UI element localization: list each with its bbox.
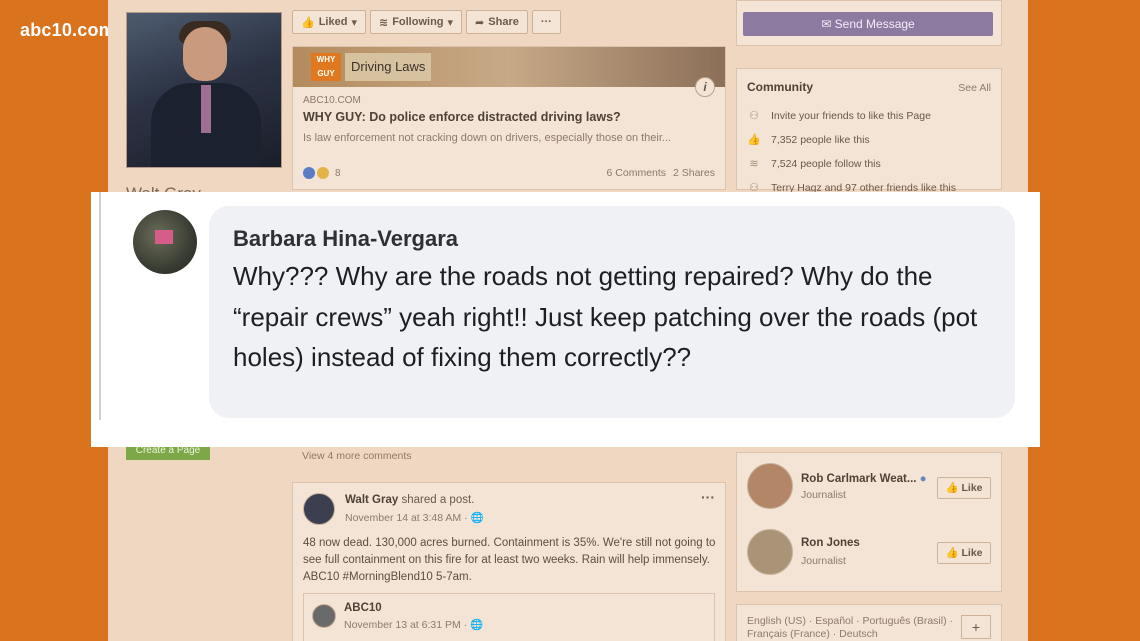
add-language-button[interactable]: + bbox=[961, 615, 991, 639]
link-image-title: Driving Laws bbox=[345, 53, 432, 81]
language-panel: English (US) · Español · Português (Bras… bbox=[736, 604, 1002, 641]
share-label: Share bbox=[488, 16, 519, 28]
comment-text: Why??? Why are the roads not getting rep… bbox=[233, 261, 978, 372]
thumbs-up-icon: 👍 bbox=[301, 16, 315, 29]
commenter-avatar[interactable] bbox=[133, 210, 197, 274]
post-time-text: November 14 at 3:48 AM · bbox=[345, 512, 471, 524]
community-row[interactable]: ⚇ Invite your friends to like this Page bbox=[747, 109, 931, 123]
community-title: Community bbox=[747, 80, 813, 94]
profile-tie-shape bbox=[201, 85, 211, 133]
like-page-button[interactable]: 👍 Like bbox=[937, 542, 991, 564]
following-button[interactable]: ≋ Following ▾ bbox=[369, 10, 463, 34]
send-message-button[interactable]: ✉ Send Message bbox=[743, 12, 993, 36]
community-row-text: 7,352 people like this bbox=[771, 133, 870, 146]
like-label: Like bbox=[961, 482, 983, 494]
post-options-button[interactable]: ··· bbox=[701, 489, 715, 505]
language-links[interactable]: English (US) · Español · Português (Bras… bbox=[747, 615, 957, 641]
caret-down-icon: ▾ bbox=[351, 16, 357, 29]
messenger-icon: ✉ bbox=[821, 17, 832, 31]
invite-icon: ⚇ bbox=[749, 110, 759, 122]
community-row[interactable]: 👍 7,352 people like this bbox=[747, 133, 870, 147]
profile-photo[interactable] bbox=[126, 12, 282, 168]
thumbs-up-icon: 👍 bbox=[945, 547, 959, 559]
verified-badge-icon: ● bbox=[919, 473, 927, 485]
like-page-button[interactable]: 👍 Like bbox=[937, 477, 991, 499]
share-arrow-icon: ➦ bbox=[475, 16, 485, 29]
person-role: Journalist bbox=[801, 489, 846, 501]
comment-count[interactable]: 6 Comments bbox=[607, 167, 667, 179]
community-row[interactable]: ≋ 7,524 people follow this bbox=[747, 157, 881, 171]
reaction-summary[interactable]: 8 bbox=[303, 167, 341, 179]
abc10-logo-avatar[interactable] bbox=[312, 604, 336, 628]
more-options-button[interactable]: ··· bbox=[531, 10, 561, 34]
post-body-text: 48 now dead. 130,000 acres burned. Conta… bbox=[303, 537, 716, 583]
comment-callout-overlay: Barbara Hina-Vergara Why??? Why are the … bbox=[91, 192, 1040, 447]
like-reaction-icon bbox=[303, 167, 315, 179]
avatar-sign-shape bbox=[155, 230, 173, 244]
thumbs-up-icon: 👍 bbox=[945, 482, 959, 494]
shared-post-author[interactable]: ABC10 bbox=[344, 602, 382, 614]
following-label: Following bbox=[392, 16, 444, 28]
commenter-name[interactable]: Barbara Hina-Vergara bbox=[233, 226, 458, 252]
reaction-count: 8 bbox=[335, 167, 341, 179]
person-name[interactable]: Ron Jones bbox=[801, 537, 860, 549]
share-button[interactable]: ➦ Share bbox=[466, 10, 528, 34]
caret-down-icon: ▾ bbox=[447, 16, 454, 29]
link-description: Is law enforcement not cracking down on … bbox=[303, 132, 672, 144]
view-more-comments-link[interactable]: View 4 more comments bbox=[302, 450, 412, 462]
liked-label: Liked bbox=[318, 16, 348, 28]
post-author-line: Walt Gray shared a post. bbox=[345, 494, 474, 506]
community-row-text: Invite your friends to like this Page bbox=[771, 109, 931, 122]
thread-line bbox=[99, 192, 101, 420]
link-preview-card[interactable]: WHY GUY Driving Laws i ABC10.COM WHY GUY… bbox=[292, 46, 726, 190]
person-avatar[interactable] bbox=[747, 529, 793, 575]
link-domain: ABC10.COM bbox=[303, 95, 361, 106]
link-title[interactable]: WHY GUY: Do police enforce distracted dr… bbox=[303, 110, 621, 124]
share-count[interactable]: 2 Shares bbox=[673, 167, 715, 179]
see-all-link[interactable]: See All bbox=[958, 82, 991, 94]
profile-head-shape bbox=[183, 27, 227, 81]
rss-icon: ≋ bbox=[378, 16, 389, 29]
people-panel: Rob Carlmark Weat... ● Journalist 👍 Like… bbox=[736, 452, 1002, 592]
shared-original-post: ABC10 November 13 at 6:31 PM · 🌐 bbox=[303, 593, 715, 641]
author-avatar[interactable] bbox=[303, 493, 335, 525]
station-watermark: abc10.com bbox=[20, 20, 115, 40]
community-panel: Community See All ⚇ Invite your friends … bbox=[736, 68, 1002, 194]
thumbs-up-icon: 👍 bbox=[747, 134, 761, 146]
globe-icon: 🌐 bbox=[470, 619, 484, 631]
person-name[interactable]: Rob Carlmark Weat... ● bbox=[801, 473, 927, 485]
engagement-stats: 6 Comments 2 Shares bbox=[607, 167, 715, 179]
like-label: Like bbox=[961, 547, 983, 559]
wow-reaction-icon bbox=[317, 167, 329, 179]
page-action-bar: 👍 Liked ▾ ≋ Following ▾ ➦ Share ··· bbox=[292, 10, 561, 36]
message-panel: ✉ Send Message bbox=[736, 0, 1002, 46]
send-message-label: Send Message bbox=[834, 17, 915, 31]
person-avatar[interactable] bbox=[747, 463, 793, 509]
link-preview-image[interactable]: WHY GUY Driving Laws bbox=[293, 47, 725, 87]
community-row-text: 7,524 people follow this bbox=[771, 157, 881, 170]
liked-button[interactable]: 👍 Liked ▾ bbox=[292, 10, 366, 34]
globe-icon: 🌐 bbox=[470, 512, 484, 524]
rss-icon: ≋ bbox=[749, 158, 759, 170]
comment-bubble: Barbara Hina-Vergara Why??? Why are the … bbox=[209, 206, 1015, 418]
person-role: Journalist bbox=[801, 555, 846, 567]
info-icon[interactable]: i bbox=[695, 77, 715, 97]
shared-post-card: Walt Gray shared a post. November 14 at … bbox=[292, 482, 726, 641]
post-timestamp[interactable]: November 14 at 3:48 AM · 🌐 bbox=[345, 511, 484, 524]
shared-time-text: November 13 at 6:31 PM · bbox=[344, 619, 471, 631]
shared-post-timestamp[interactable]: November 13 at 6:31 PM · 🌐 bbox=[344, 618, 483, 631]
person-name-text: Rob Carlmark Weat... bbox=[801, 473, 917, 485]
post-author-name[interactable]: Walt Gray bbox=[345, 494, 398, 506]
whyguy-logo: WHY GUY bbox=[311, 53, 341, 81]
post-action: shared a post. bbox=[401, 494, 475, 506]
